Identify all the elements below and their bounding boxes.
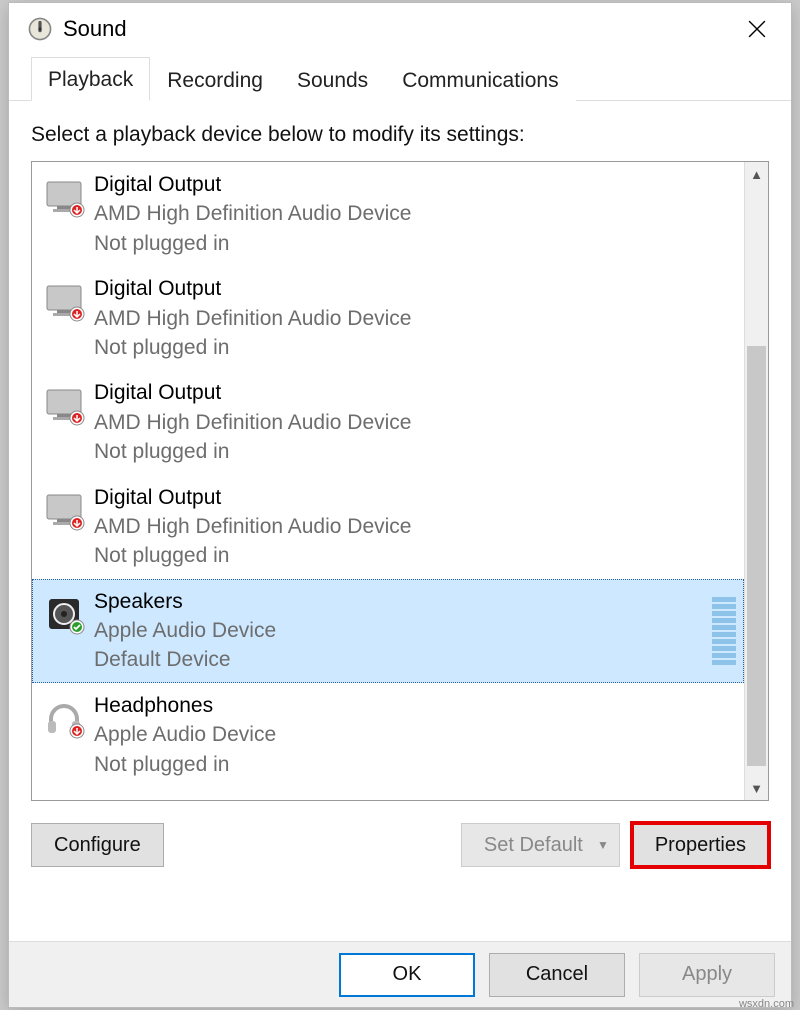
ok-button[interactable]: OK	[339, 953, 475, 997]
configure-button[interactable]: Configure	[31, 823, 164, 867]
device-status: Not plugged in	[94, 437, 738, 466]
device-name: Headphones	[94, 691, 738, 720]
device-status: Not plugged in	[94, 750, 738, 779]
device-item-selected[interactable]: Speakers Apple Audio Device Default Devi…	[32, 579, 744, 683]
window-title: Sound	[63, 16, 733, 42]
device-name: Digital Output	[94, 274, 738, 303]
device-item[interactable]: Digital Output AMD High Definition Audio…	[32, 162, 744, 266]
device-item[interactable]: Headphones Apple Audio Device Not plugge…	[32, 683, 744, 787]
dialog-footer: OK Cancel Apply	[9, 941, 791, 1007]
device-desc: AMD High Definition Audio Device	[94, 512, 738, 541]
device-item[interactable]: Digital Output AMD High Definition Audio…	[32, 475, 744, 579]
device-status: Not plugged in	[94, 229, 738, 258]
device-name: Digital Output	[94, 170, 738, 199]
device-name: Digital Output	[94, 483, 738, 512]
scroll-up-arrow[interactable]: ▲	[745, 162, 768, 186]
device-name: Speakers	[94, 587, 710, 616]
tab-recording[interactable]: Recording	[150, 58, 280, 101]
app-icon	[27, 16, 53, 42]
scroll-track[interactable]	[745, 186, 768, 776]
apply-button[interactable]: Apply	[639, 953, 775, 997]
monitor-unplugged-icon	[36, 483, 94, 533]
sound-dialog: Sound Playback Recording Sounds Communic…	[8, 2, 792, 1008]
device-desc: AMD High Definition Audio Device	[94, 199, 738, 228]
monitor-unplugged-icon	[36, 170, 94, 220]
device-status: Default Device	[94, 645, 710, 674]
tab-sounds[interactable]: Sounds	[280, 58, 385, 101]
monitor-unplugged-icon	[36, 378, 94, 428]
vu-meter	[710, 593, 738, 669]
properties-button[interactable]: Properties	[632, 823, 769, 867]
tab-content: Select a playback device below to modify…	[9, 101, 791, 941]
device-status: Not plugged in	[94, 541, 738, 570]
device-item[interactable]: Digital Output AMD High Definition Audio…	[32, 370, 744, 474]
tab-playback[interactable]: Playback	[31, 57, 150, 101]
titlebar: Sound	[9, 3, 791, 55]
instruction-text: Select a playback device below to modify…	[31, 123, 769, 147]
scroll-down-arrow[interactable]: ▼	[745, 776, 768, 800]
cancel-button[interactable]: Cancel	[489, 953, 625, 997]
headphones-unplugged-icon	[36, 691, 94, 741]
monitor-unplugged-icon	[36, 274, 94, 324]
device-item[interactable]: Digital Output AMD High Definition Audio…	[32, 266, 744, 370]
device-status: Not plugged in	[94, 333, 738, 362]
set-default-button[interactable]: Set Default	[461, 823, 620, 867]
watermark: wsxdn.com	[739, 998, 794, 1010]
scroll-thumb[interactable]	[747, 346, 766, 766]
device-desc: Apple Audio Device	[94, 720, 738, 749]
action-row: Configure Set Default Properties	[31, 823, 769, 867]
device-list-container: Digital Output AMD High Definition Audio…	[31, 161, 769, 801]
tabstrip: Playback Recording Sounds Communications	[9, 55, 791, 101]
device-list[interactable]: Digital Output AMD High Definition Audio…	[32, 162, 744, 800]
device-name: Digital Output	[94, 378, 738, 407]
device-desc: Apple Audio Device	[94, 616, 710, 645]
tab-communications[interactable]: Communications	[385, 58, 575, 101]
device-desc: AMD High Definition Audio Device	[94, 408, 738, 437]
speaker-default-icon	[36, 587, 94, 637]
close-button[interactable]	[733, 7, 781, 51]
device-desc: AMD High Definition Audio Device	[94, 304, 738, 333]
scrollbar[interactable]: ▲ ▼	[744, 162, 768, 800]
